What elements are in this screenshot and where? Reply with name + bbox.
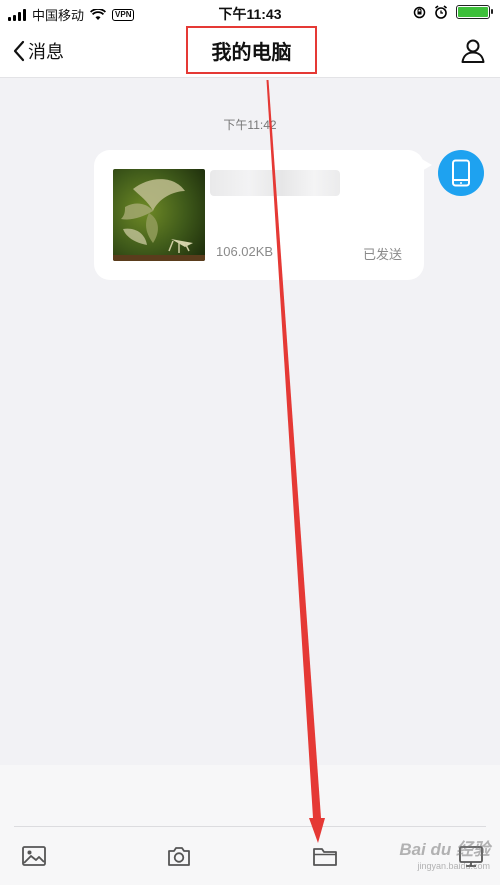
- image-button[interactable]: [21, 843, 47, 869]
- message-timestamp: 下午11:42: [223, 118, 277, 132]
- watermark-brand: Bai du 经验: [399, 840, 490, 859]
- file-size: 106.02KB: [216, 244, 274, 259]
- camera-icon: [168, 847, 190, 866]
- page-title: 我的电脑: [211, 41, 292, 64]
- folder-icon: [313, 848, 337, 866]
- nav-bar: 消息 我的电脑: [0, 26, 500, 78]
- back-button[interactable]: 消息: [12, 38, 64, 64]
- profile-button[interactable]: [460, 38, 486, 69]
- title-annotation-box: 我的电脑: [186, 26, 317, 74]
- battery-icon: [456, 5, 493, 19]
- back-label: 消息: [28, 42, 64, 62]
- send-status: 已发送: [362, 247, 402, 262]
- battery-fill: [458, 7, 488, 17]
- watermark-url: jingyan.baidu.com: [417, 861, 490, 871]
- file-thumbnail[interactable]: [113, 169, 205, 261]
- toolbar-divider: [14, 826, 486, 827]
- phone-icon: [452, 159, 470, 187]
- baidu-watermark: Bai du 经验 jingyan.baidu.com: [399, 840, 490, 874]
- status-bar: 中国移动 VPN 下午11:43: [0, 0, 500, 26]
- file-message-bubble[interactable]: 106.02KB 已发送: [94, 150, 424, 280]
- person-icon: [461, 39, 485, 63]
- folder-button[interactable]: [312, 843, 338, 869]
- bubble-tail: [420, 158, 432, 172]
- chevron-left-icon: [13, 40, 25, 62]
- file-name-blurred: [210, 170, 340, 196]
- rotation-lock-icon: [413, 6, 426, 18]
- status-right: [413, 5, 493, 19]
- device-avatar[interactable]: [438, 150, 484, 196]
- camera-button[interactable]: [166, 843, 192, 869]
- image-icon: [22, 846, 46, 866]
- alarm-icon: [435, 5, 447, 19]
